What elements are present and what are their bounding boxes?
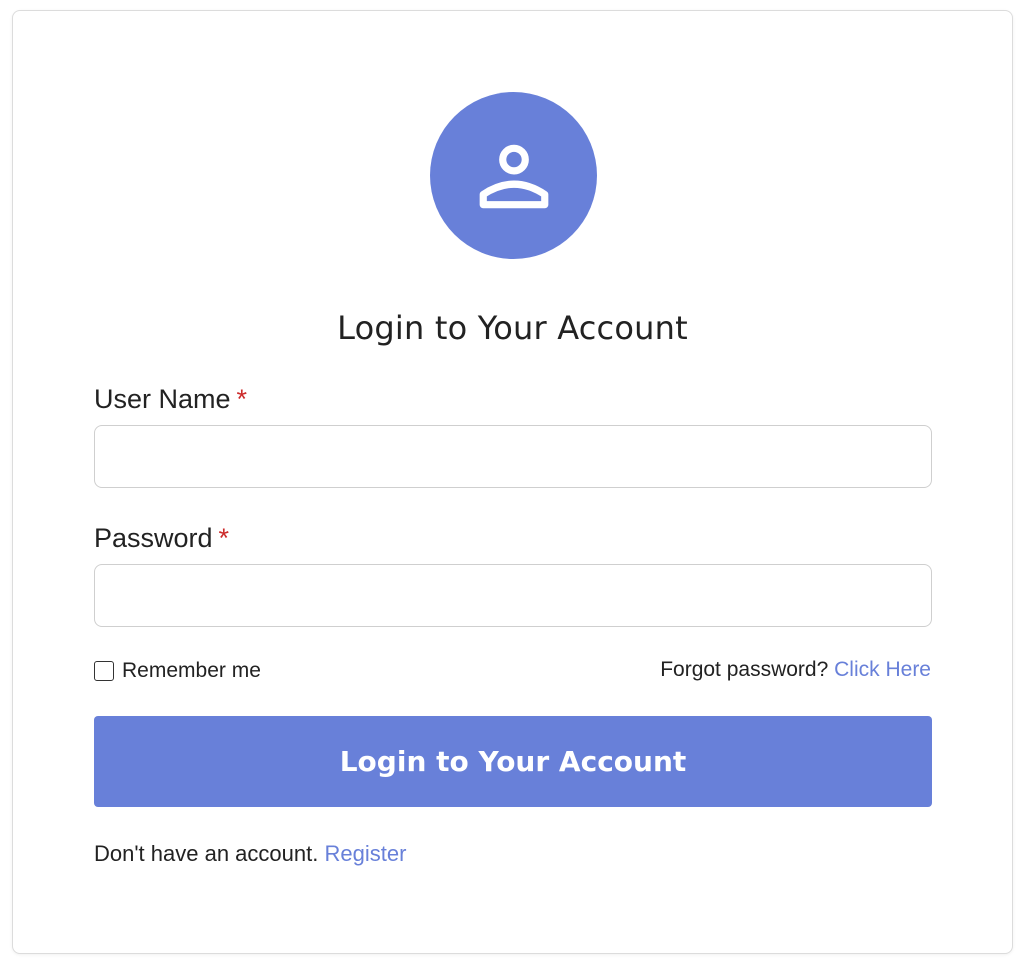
- forgot-password-text: Forgot password?: [660, 658, 829, 681]
- password-label-text: Password: [94, 523, 213, 553]
- register-text: Don't have an account.: [94, 841, 319, 866]
- username-label: User Name *: [94, 384, 247, 415]
- user-icon: [479, 144, 548, 208]
- password-label: Password *: [94, 523, 229, 554]
- login-button[interactable]: Login to Your Account: [94, 716, 932, 807]
- remember-me-checkbox[interactable]: [94, 661, 114, 681]
- required-mark: *: [218, 523, 230, 553]
- username-input[interactable]: [94, 425, 932, 488]
- register-link[interactable]: Register: [324, 841, 406, 866]
- remember-me-label: Remember me: [122, 659, 261, 682]
- forgot-password: Forgot password? Click Here: [660, 658, 931, 682]
- page-title: Login to Your Account: [337, 309, 688, 347]
- avatar: [430, 92, 597, 259]
- remember-me[interactable]: Remember me: [94, 657, 261, 685]
- login-card: Login to Your Account User Name * Passwor…: [12, 10, 1013, 954]
- forgot-password-link[interactable]: Click Here: [834, 658, 931, 681]
- required-mark: *: [236, 384, 248, 414]
- register-prompt: Don't have an account. Register: [94, 841, 406, 867]
- username-label-text: User Name: [94, 384, 231, 414]
- password-input[interactable]: [94, 564, 932, 627]
